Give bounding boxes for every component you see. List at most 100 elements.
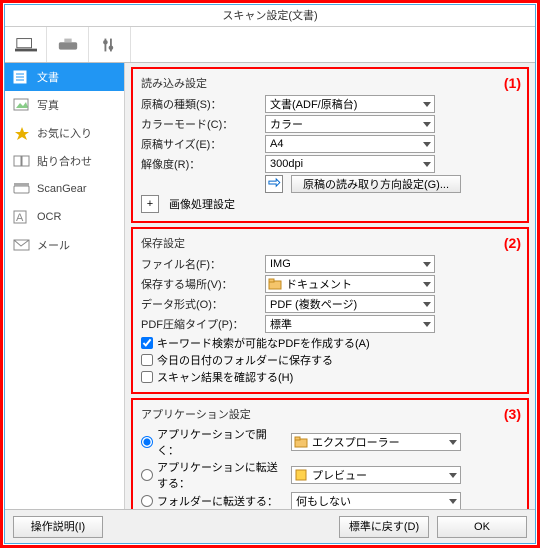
send-to-folder-radio[interactable] — [141, 495, 153, 507]
chevron-down-icon — [422, 259, 432, 269]
format-label: データ形式(O)： — [141, 296, 261, 312]
date-subfolder-label: 今日の日付のフォルダーに保存する — [157, 352, 333, 368]
window-title: スキャン設定(文書) — [5, 5, 535, 27]
chevron-down-icon — [422, 279, 432, 289]
sidebar-item-label: 写真 — [37, 97, 59, 113]
sidebar-item-label: ScanGear — [37, 183, 87, 195]
folder-icon — [268, 277, 282, 291]
tab-general-settings-icon[interactable] — [89, 27, 131, 62]
savein-select[interactable]: ドキュメント — [265, 275, 435, 293]
chevron-down-icon — [448, 496, 458, 506]
send-to-folder-label: フォルダーに転送する： — [157, 493, 287, 509]
ok-button[interactable]: OK — [437, 516, 527, 538]
send-to-folder-select[interactable]: 何もしない — [291, 492, 461, 509]
chevron-down-icon — [422, 99, 432, 109]
explorer-icon — [294, 435, 308, 449]
application-settings-title: アプリケーション設定 — [141, 406, 519, 422]
top-toolbar — [5, 27, 535, 63]
sidebar-item-mail[interactable]: メール — [5, 231, 124, 259]
keyword-pdf-checkbox[interactable] — [141, 337, 153, 349]
dialog-footer: 操作説明(I) 標準に戻す(D) OK — [5, 509, 535, 543]
sidebar-item-label: お気に入り — [37, 125, 92, 141]
sidebar-item-favorite[interactable]: お気に入り — [5, 119, 124, 147]
savein-label: 保存する場所(V)： — [141, 276, 261, 292]
open-with-app-label: アプリケーションで開く： — [157, 426, 287, 458]
colormode-label: カラーモード(C)： — [141, 116, 261, 132]
savein-value: ドキュメント — [286, 276, 352, 292]
sidebar-item-stitch[interactable]: 貼り合わせ — [5, 147, 124, 175]
svg-text:A: A — [16, 212, 24, 224]
resolution-select[interactable]: 300dpi — [265, 155, 435, 173]
application-settings-section: (3) アプリケーション設定 アプリケーションで開く： エクスプローラー アプリ… — [131, 398, 529, 509]
chevron-down-icon — [422, 299, 432, 309]
photo-icon — [13, 97, 31, 113]
star-icon — [13, 125, 31, 141]
chevron-down-icon — [422, 159, 432, 169]
source-value: 文書(ADF/原稿台) — [270, 96, 357, 112]
send-to-app-radio[interactable] — [141, 469, 153, 481]
scan-options-section: (1) 読み込み設定 原稿の種類(S)： 文書(ADF/原稿台) カラーモード(… — [131, 67, 529, 223]
tab-scan-from-pc-icon[interactable] — [5, 27, 47, 62]
image-processing-label: 画像処理設定 — [169, 196, 235, 212]
filename-value: IMG — [270, 258, 291, 270]
sidebar: 文書 写真 お気に入り 貼り合わせ ScanGear A OCR メール — [5, 63, 125, 509]
send-to-app-label: アプリケーションに転送する： — [157, 459, 287, 491]
colormode-select[interactable]: カラー — [265, 115, 435, 133]
expand-image-processing-button[interactable]: + — [141, 195, 159, 213]
check-results-checkbox[interactable] — [141, 371, 153, 383]
keyword-pdf-label: キーワード検索が可能なPDFを作成する(A) — [157, 335, 370, 351]
pdfcomp-value: 標準 — [270, 316, 292, 332]
instructions-button[interactable]: 操作説明(I) — [13, 516, 103, 538]
filename-input[interactable]: IMG — [265, 255, 435, 273]
send-to-app-value: プレビュー — [312, 467, 367, 483]
papersize-value: A4 — [270, 138, 283, 150]
callout-1: (1) — [504, 75, 521, 91]
source-label: 原稿の種類(S)： — [141, 96, 261, 112]
chevron-down-icon — [448, 437, 458, 447]
sidebar-item-label: 貼り合わせ — [37, 153, 92, 169]
papersize-label: 原稿サイズ(E)： — [141, 136, 261, 152]
filename-label: ファイル名(F)： — [141, 256, 261, 272]
sidebar-item-ocr[interactable]: A OCR — [5, 203, 124, 231]
resolution-value: 300dpi — [270, 158, 303, 170]
preview-icon — [294, 468, 308, 482]
pdfcomp-label: PDF圧縮タイプ(P)： — [141, 316, 261, 332]
sidebar-item-scangear[interactable]: ScanGear — [5, 175, 124, 203]
papersize-select[interactable]: A4 — [265, 135, 435, 153]
sidebar-item-label: メール — [37, 237, 70, 253]
open-with-app-radio[interactable] — [141, 436, 153, 448]
source-select[interactable]: 文書(ADF/原稿台) — [265, 95, 435, 113]
send-to-app-select[interactable]: プレビュー — [291, 466, 461, 484]
save-settings-section: (2) 保存設定 ファイル名(F)： IMG 保存する場所(V)： ドキュメント… — [131, 227, 529, 394]
mail-icon — [13, 237, 31, 253]
defaults-button[interactable]: 標準に戻す(D) — [339, 516, 429, 538]
format-select[interactable]: PDF (複数ページ) — [265, 295, 435, 313]
settings-panel: (1) 読み込み設定 原稿の種類(S)： 文書(ADF/原稿台) カラーモード(… — [125, 63, 535, 509]
open-with-app-select[interactable]: エクスプローラー — [291, 433, 461, 451]
stitch-icon — [13, 153, 31, 169]
ocr-icon: A — [13, 209, 31, 225]
check-results-label: スキャン結果を確認する(H) — [157, 369, 293, 385]
send-to-folder-value: 何もしない — [296, 493, 351, 509]
callout-3: (3) — [504, 406, 521, 422]
pdfcomp-select[interactable]: 標準 — [265, 315, 435, 333]
chevron-down-icon — [422, 139, 432, 149]
chevron-down-icon — [422, 119, 432, 129]
open-with-app-value: エクスプローラー — [312, 434, 400, 450]
colormode-value: カラー — [270, 116, 303, 132]
chevron-down-icon — [448, 470, 458, 480]
date-subfolder-checkbox[interactable] — [141, 354, 153, 366]
document-icon — [13, 69, 31, 85]
sidebar-item-label: OCR — [37, 211, 61, 223]
chevron-down-icon — [422, 319, 432, 329]
format-value: PDF (複数ページ) — [270, 296, 357, 312]
save-settings-title: 保存設定 — [141, 235, 519, 251]
orientation-settings-button[interactable]: 原稿の読み取り方向設定(G)... — [291, 175, 461, 193]
sidebar-item-photo[interactable]: 写真 — [5, 91, 124, 119]
callout-2: (2) — [504, 235, 521, 251]
scanner-icon — [13, 181, 31, 197]
scan-options-title: 読み込み設定 — [141, 75, 519, 91]
sidebar-item-document[interactable]: 文書 — [5, 63, 124, 91]
tab-scan-from-panel-icon[interactable] — [47, 27, 89, 62]
swap-orientation-icon[interactable] — [265, 175, 283, 193]
